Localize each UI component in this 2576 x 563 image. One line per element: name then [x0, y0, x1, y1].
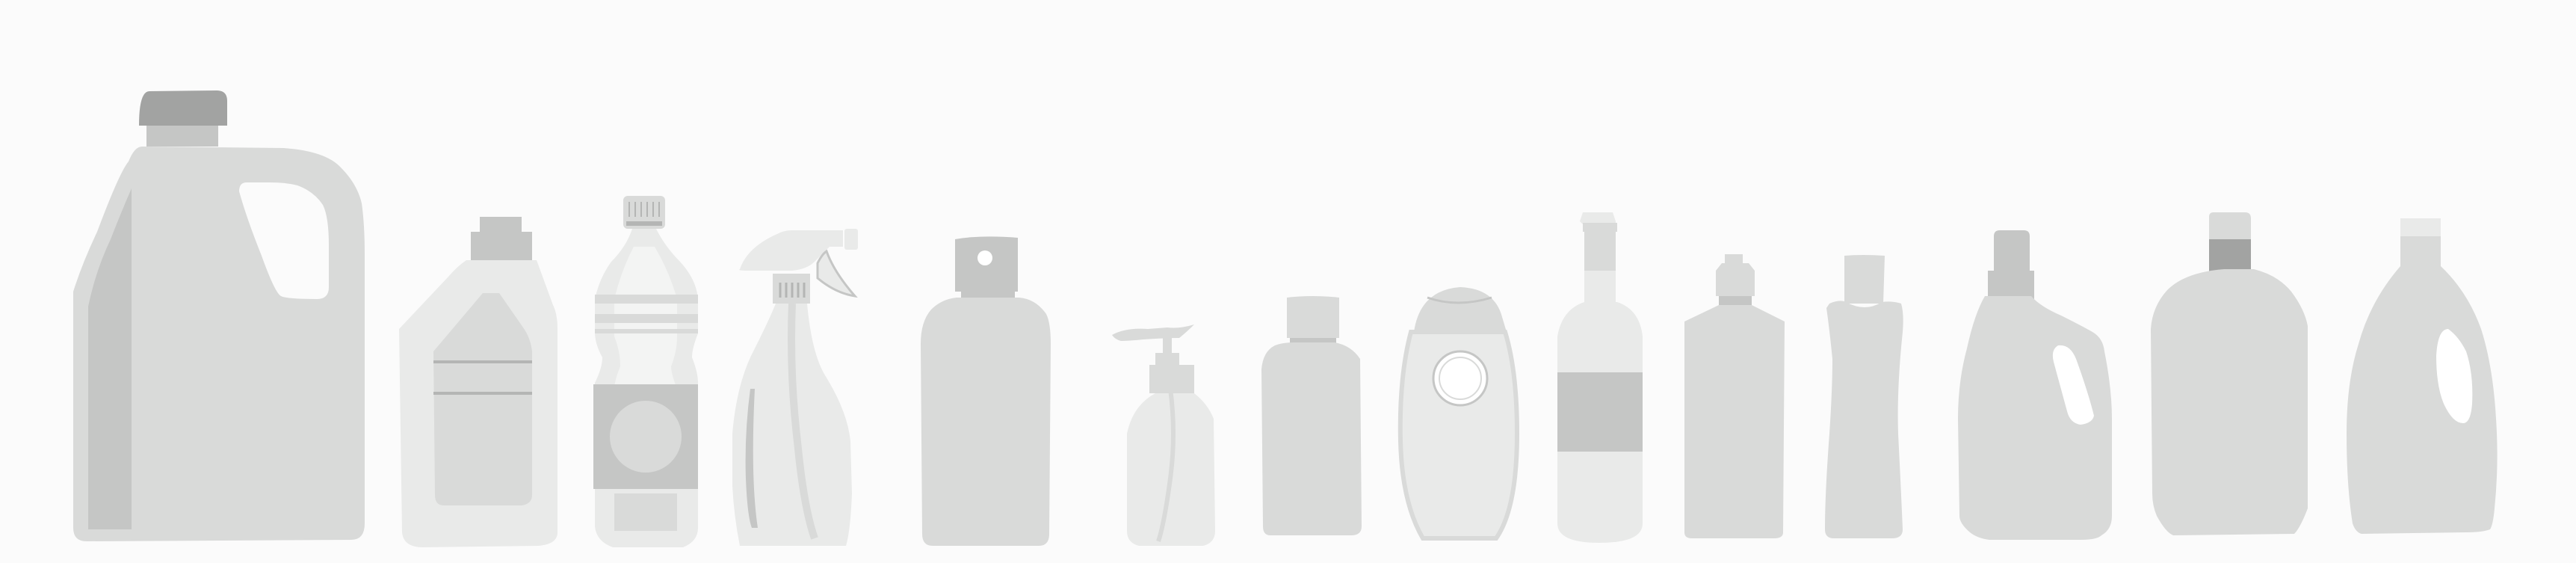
water-bottle-band-1 [595, 295, 698, 304]
vial-cap-band [1583, 223, 1617, 232]
round-flask-cap [2400, 218, 2441, 236]
oval-lotion-bottle [1397, 287, 1520, 541]
water-bottle-ring [626, 221, 662, 226]
water-bottle-base-shadow [614, 493, 677, 531]
vial-label [1557, 372, 1643, 452]
dropper-body [1684, 305, 1785, 538]
detergent-label-line-1 [433, 360, 532, 363]
jerrycan-cap [139, 90, 227, 126]
narrow-waist-cap [1844, 255, 1885, 304]
vial-neck-lower [1584, 271, 1616, 302]
flip-cap-body [921, 298, 1051, 546]
spray-nozzle [844, 229, 858, 250]
water-bottle-band-2 [595, 314, 698, 323]
detergent-label-line-2 [433, 392, 532, 395]
detergent-cap [471, 232, 532, 260]
dropper-cap [1716, 263, 1755, 296]
narrow-waist-body [1825, 301, 1903, 538]
handle-jug-cap [1994, 230, 2030, 271]
dropper-collar [1719, 296, 1752, 305]
flip-cap-hole [977, 250, 992, 265]
small-square-body [1261, 342, 1362, 535]
jerrycan-neck [146, 126, 218, 147]
water-bottle-label-circle [610, 401, 682, 473]
vial-cap [1580, 212, 1616, 224]
soap-pump-stem [1163, 338, 1172, 354]
small-square-cap [1287, 296, 1339, 338]
lotion-label-circle [1432, 350, 1489, 407]
wide-shoulder-body [2151, 269, 2308, 535]
round-flask-collar [2400, 236, 2441, 266]
vial-neck [1584, 232, 1616, 271]
wide-shoulder-cap-band [2209, 239, 2251, 272]
bottle-lineup-illustration [0, 0, 2576, 563]
handle-jug-collar [1988, 271, 2034, 299]
wide-shoulder-cap-top [2209, 212, 2251, 239]
water-bottle-band-3 [595, 329, 698, 333]
